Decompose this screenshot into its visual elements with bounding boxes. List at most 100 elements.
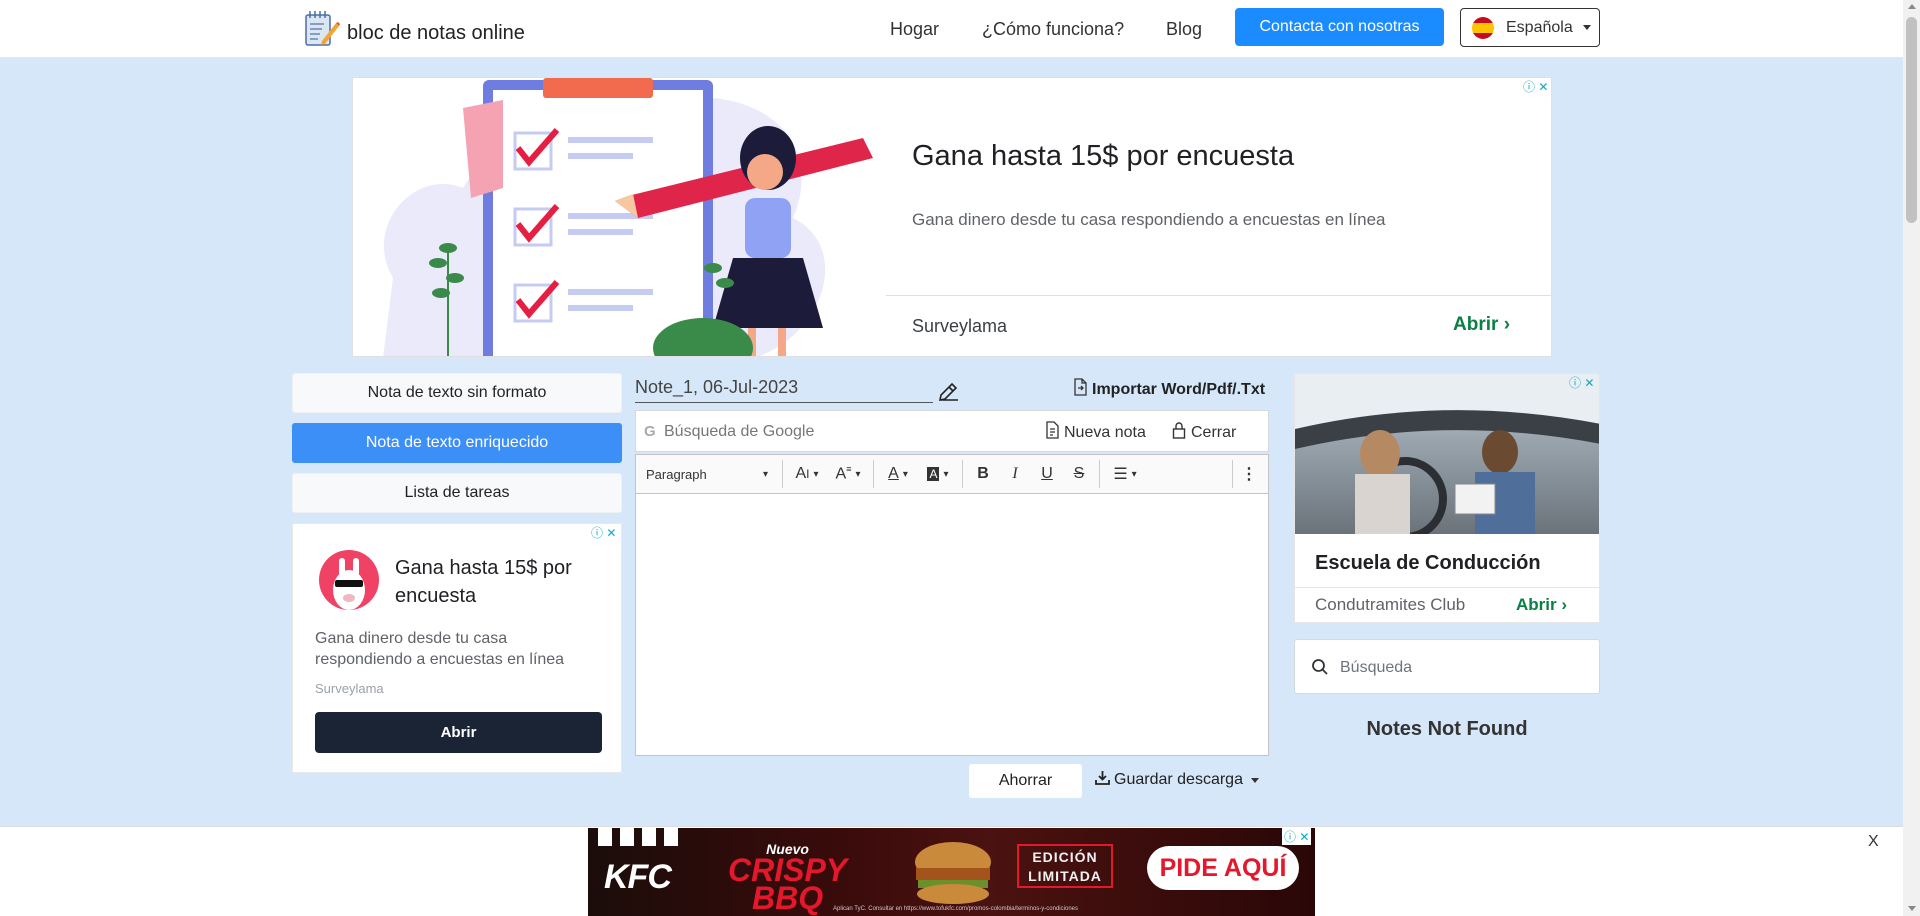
search-icon bbox=[1311, 658, 1329, 681]
toolbar-divider bbox=[962, 460, 963, 488]
scrollbar-thumb[interactable] bbox=[1906, 17, 1917, 223]
chevron-down-icon: ▾ bbox=[855, 468, 861, 480]
save-button[interactable]: Ahorrar bbox=[969, 764, 1082, 798]
note-name-field[interactable]: Note_1, 06-Jul-2023 bbox=[635, 377, 933, 403]
language-label: Española bbox=[1506, 18, 1573, 36]
save-download-dropdown[interactable]: Guardar descarga bbox=[1095, 770, 1259, 790]
ad-advertiser: Surveylama bbox=[912, 316, 1008, 336]
nav-blog[interactable]: Blog bbox=[1166, 19, 1202, 40]
spain-flag-icon bbox=[1472, 16, 1494, 39]
font-color-button[interactable]: A ▾ bbox=[878, 454, 918, 494]
caret-down-icon bbox=[1250, 777, 1259, 783]
adchoices-icon[interactable]: ⓘ ✕ bbox=[1523, 78, 1548, 95]
notepad-logo-icon bbox=[302, 9, 340, 49]
ad-open-button[interactable]: Abrir bbox=[315, 712, 602, 753]
ad-open-label: Abrir bbox=[1453, 314, 1499, 335]
notes-search-box[interactable]: Búsqueda bbox=[1294, 639, 1600, 694]
nav-how-it-works[interactable]: ¿Cómo funciona? bbox=[982, 19, 1124, 40]
rich-text-toolbar: Paragraph ▾ AI ▾ A≡ ▾ A ▾ A ▾ B I U S ☰ ▾ ⋮ bbox=[635, 454, 1269, 494]
ad-advertiser: Surveylama bbox=[315, 681, 384, 696]
llama-logo-icon bbox=[319, 550, 379, 610]
survey-illustration bbox=[353, 78, 886, 356]
chevron-down-icon: ▾ bbox=[1131, 468, 1137, 480]
import-file-button[interactable]: Importar Word/Pdf/.Txt bbox=[1072, 378, 1265, 401]
product-name-line2: BBQ bbox=[752, 880, 824, 916]
new-note-button[interactable]: Nueva nota bbox=[1045, 421, 1146, 444]
chevron-down-icon: ▾ bbox=[902, 468, 908, 480]
top-navbar: bloc de notas online Hogar ¿Cómo funcion… bbox=[0, 0, 1903, 58]
brand[interactable]: bloc de notas online bbox=[302, 9, 525, 49]
chevron-down-icon: ▾ bbox=[813, 468, 819, 480]
brand-name: bloc de notas online bbox=[347, 22, 525, 44]
more-options-button[interactable]: ⋮ bbox=[1237, 454, 1261, 494]
right-sidebar-ad[interactable]: ⓘ ✕ Escuela de Conducción Condutramites … bbox=[1294, 373, 1600, 623]
chevron-right-icon: › bbox=[1503, 314, 1511, 335]
underline-button[interactable]: U bbox=[1031, 454, 1063, 494]
background-color-icon: A bbox=[927, 467, 940, 481]
rich-text-note-button[interactable]: Nota de texto enriquecido bbox=[292, 423, 622, 463]
ad-title: Gana hasta 15$ por encuesta bbox=[912, 140, 1295, 172]
rich-text-editor-area[interactable] bbox=[635, 494, 1269, 756]
scroll-down-arrow-icon[interactable] bbox=[1908, 906, 1916, 911]
page-scrollbar[interactable] bbox=[1903, 0, 1920, 916]
kfc-stripes-decoration bbox=[598, 828, 678, 846]
scroll-up-arrow-icon[interactable] bbox=[1908, 4, 1916, 9]
adchoices-icon[interactable]: ⓘ ✕ bbox=[1569, 374, 1594, 391]
notes-search-input[interactable]: Búsqueda bbox=[1340, 659, 1412, 677]
download-icon bbox=[1095, 770, 1110, 790]
font-size-button[interactable]: AI ▾ bbox=[787, 454, 827, 494]
ad-title: Gana hasta 15$ por encuesta bbox=[395, 557, 572, 607]
bold-button[interactable]: B bbox=[967, 454, 999, 494]
google-search-input[interactable]: Búsqueda de Google bbox=[664, 423, 814, 441]
underline-icon: U bbox=[1041, 465, 1053, 482]
chevron-down-icon: ▾ bbox=[762, 468, 768, 480]
empty-notes-message: Notes Not Found bbox=[1366, 718, 1528, 740]
ad-description: Gana dinero desde tu casa respondiendo a… bbox=[315, 630, 565, 668]
left-sidebar-ad[interactable]: ⓘ ✕ Gana hasta 15$ por encuesta Gana din… bbox=[292, 523, 622, 773]
import-label: Importar Word/Pdf/.Txt bbox=[1092, 380, 1266, 398]
paragraph-style-dropdown[interactable]: Paragraph ▾ bbox=[636, 454, 778, 494]
kfc-logo: KFC bbox=[604, 858, 672, 896]
strikethrough-button[interactable]: S bbox=[1063, 454, 1095, 494]
adchoices-icon[interactable]: ⓘ ✕ bbox=[591, 524, 616, 541]
ad-open-button[interactable]: Abrir › bbox=[1453, 314, 1510, 336]
task-list-button[interactable]: Lista de tareas bbox=[292, 473, 622, 513]
ad-open-button[interactable]: Abrir › bbox=[1516, 595, 1567, 615]
font-family-button[interactable]: A≡ ▾ bbox=[827, 454, 869, 494]
order-here-button[interactable]: PIDE AQUÍ bbox=[1147, 846, 1299, 890]
new-note-icon bbox=[1045, 421, 1060, 444]
close-banner-button[interactable]: X bbox=[1868, 833, 1879, 851]
ad-advertiser: Condutramites Club bbox=[1315, 595, 1466, 614]
plain-text-note-button[interactable]: Nota de texto sin formato bbox=[292, 373, 622, 413]
ad-description: Gana dinero desde tu casa respondiendo a… bbox=[912, 210, 1386, 229]
alignment-button[interactable]: ☰ ▾ bbox=[1104, 454, 1146, 494]
product-name: Nuevo CRISPY BBQ bbox=[728, 842, 847, 916]
toolbar-divider bbox=[782, 460, 783, 488]
italic-icon: I bbox=[1012, 465, 1018, 482]
font-size-icon: AI bbox=[795, 465, 810, 482]
pencil-edit-icon[interactable] bbox=[937, 381, 959, 403]
chevron-down-icon: ▾ bbox=[943, 468, 949, 480]
language-dropdown[interactable]: Española bbox=[1460, 8, 1600, 47]
top-banner-ad[interactable]: ⓘ ✕ Gana hasta 15$ por encuesta Gana din… bbox=[352, 77, 1552, 357]
close-label: Cerrar bbox=[1191, 423, 1237, 441]
contact-button[interactable]: Contacta con nosotras bbox=[1235, 8, 1444, 46]
adchoices-icon[interactable]: ⓘ ✕ bbox=[1282, 828, 1312, 845]
background-color-button[interactable]: A ▾ bbox=[918, 454, 958, 494]
font-family-icon: A≡ bbox=[835, 464, 852, 483]
burger-image bbox=[908, 838, 998, 908]
nav-home[interactable]: Hogar bbox=[890, 19, 939, 40]
ad-title: Escuela de Conducción bbox=[1315, 552, 1541, 574]
font-color-icon: A bbox=[888, 465, 899, 482]
paragraph-style-label: Paragraph bbox=[646, 466, 707, 482]
align-left-icon: ☰ bbox=[1113, 466, 1128, 483]
caret-down-icon bbox=[1582, 25, 1591, 30]
legal-text: Aplican TyC. Consultar en https://www.to… bbox=[833, 906, 1078, 912]
bold-icon: B bbox=[977, 465, 989, 482]
close-note-button[interactable]: Cerrar bbox=[1172, 421, 1236, 444]
kfc-banner-ad[interactable]: KFC Nuevo CRISPY BBQ EDICIÓN LIMITADA PI… bbox=[588, 828, 1315, 916]
ad-open-label: Abrir bbox=[1516, 595, 1557, 614]
vertical-ellipsis-icon: ⋮ bbox=[1241, 466, 1257, 483]
bottom-banner-ad-bar: KFC Nuevo CRISPY BBQ EDICIÓN LIMITADA PI… bbox=[0, 826, 1903, 916]
italic-button[interactable]: I bbox=[999, 454, 1031, 494]
